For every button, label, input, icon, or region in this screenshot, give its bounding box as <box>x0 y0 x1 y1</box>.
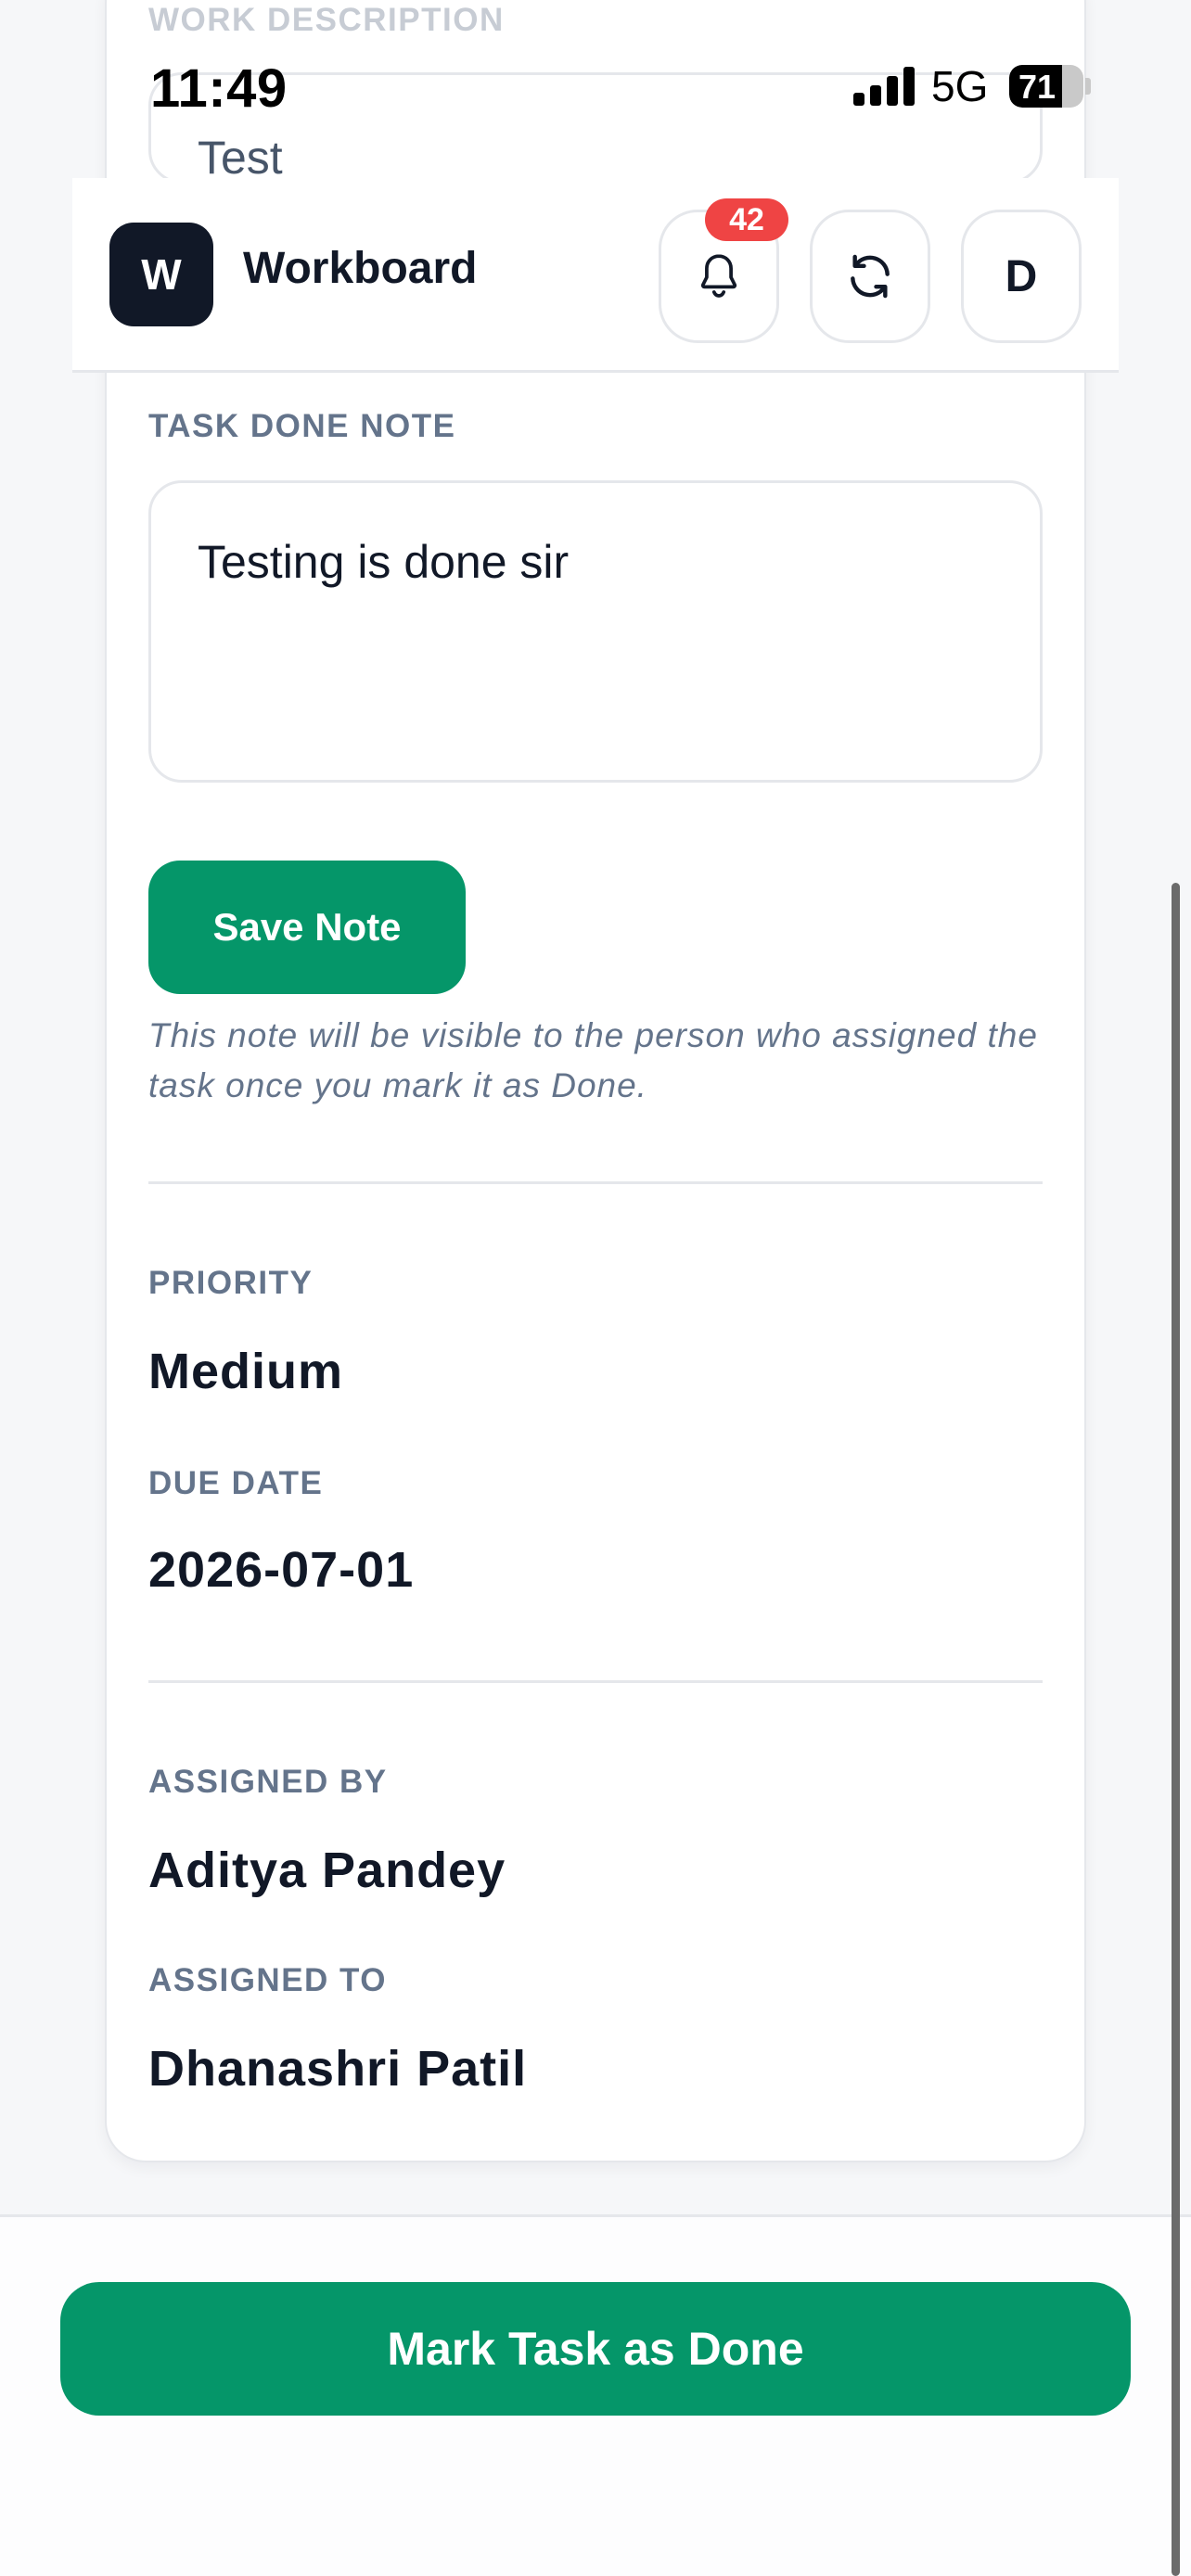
work-description-label: WORK DESCRIPTION <box>148 2 505 38</box>
priority-label: PRIORITY <box>148 1265 314 1301</box>
notification-count-badge: 42 <box>705 198 788 241</box>
app-title: Workboard <box>243 244 478 293</box>
assigned-by-label: ASSIGNED BY <box>148 1764 388 1800</box>
bottom-action-bar: Mark Task as Done <box>0 2214 1191 2576</box>
priority-value: Medium <box>148 1344 344 1399</box>
save-note-button[interactable]: Save Note <box>148 861 466 994</box>
task-done-note-label: TASK DONE NOTE <box>148 408 456 444</box>
battery-tip <box>1085 78 1091 95</box>
network-type: 5G <box>931 62 989 110</box>
section-divider <box>148 1181 1043 1184</box>
task-detail-screen: WORK DESCRIPTION Test 11:49 5G 71 W Work… <box>0 0 1191 2576</box>
assigned-to-label: ASSIGNED TO <box>148 1962 388 1998</box>
battery-percent: 71 <box>1018 68 1057 106</box>
refresh-button[interactable] <box>810 210 930 343</box>
task-done-note-text: Testing is done sir <box>198 536 570 588</box>
bell-icon <box>700 254 737 298</box>
refresh-icon <box>851 254 890 299</box>
assigned-by-value: Aditya Pandey <box>148 1843 506 1898</box>
app-logo[interactable]: W <box>109 223 213 326</box>
status-time: 11:49 <box>150 58 288 119</box>
battery-icon: 71 <box>1009 65 1083 108</box>
due-date-value: 2026-07-01 <box>148 1542 415 1598</box>
due-date-label: DUE DATE <box>148 1465 324 1501</box>
mark-task-done-button[interactable]: Mark Task as Done <box>60 2282 1131 2416</box>
task-done-note-input[interactable]: Testing is done sir <box>148 480 1043 783</box>
section-divider <box>148 1680 1043 1683</box>
profile-avatar-button[interactable]: D <box>961 210 1082 343</box>
cellular-signal-icon <box>853 67 915 106</box>
avatar-initial: D <box>1005 251 1038 301</box>
assigned-to-value: Dhanashri Patil <box>148 2041 528 2097</box>
work-description-value: Test <box>198 132 283 184</box>
note-visibility-hint: This note will be visible to the person … <box>148 1016 1038 1104</box>
app-header: W Workboard 42 D <box>72 178 1119 373</box>
scrollbar[interactable] <box>1172 883 1180 2576</box>
